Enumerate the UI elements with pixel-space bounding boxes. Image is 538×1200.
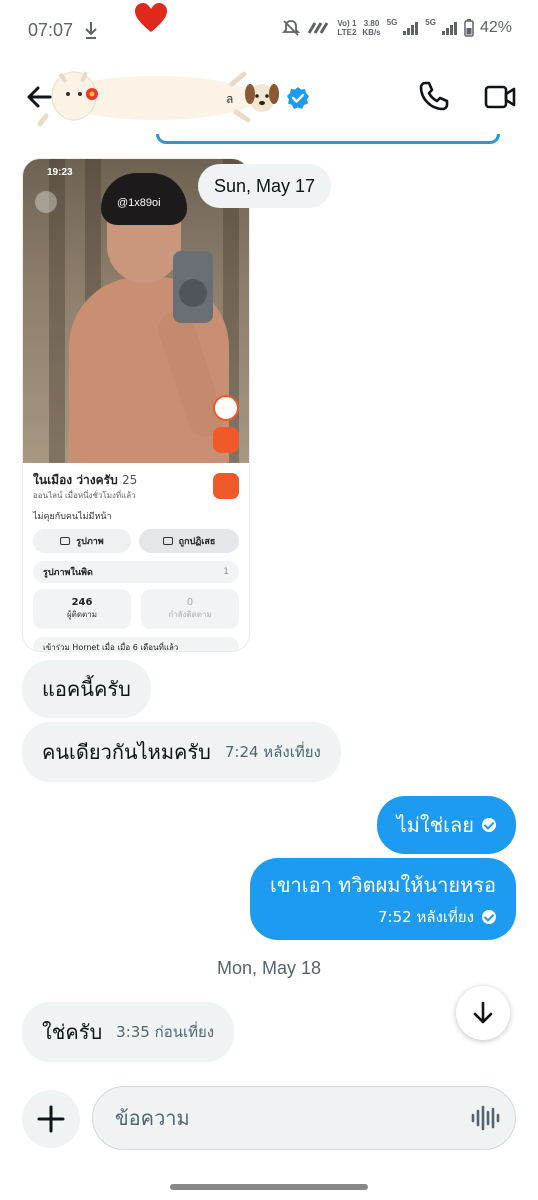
profile-name: ในเมือง ว่างครับ 25 [33, 473, 138, 487]
battery-icon [464, 19, 474, 37]
profile-handle: @1x89oi [117, 197, 161, 209]
signal-icon [403, 22, 419, 35]
network-speed: 3.80 KB/s [362, 19, 381, 37]
add-attachment-button[interactable] [22, 1090, 80, 1148]
message-text: แอคนี้ครับ [42, 677, 131, 701]
screenshot-time: 19:23 [47, 167, 73, 178]
rejected-button: ถูกปฏิเสธ [139, 529, 239, 553]
message-text: เขาเอา ทวิตผมให้นายหรอ [270, 873, 496, 897]
following-stat: 0 กำลังติดตาม [141, 589, 239, 629]
read-check-icon [482, 818, 496, 832]
message-incoming[interactable]: แอคนี้ครับ [22, 660, 151, 718]
dog-emoji-icon [245, 84, 279, 112]
signal-icon [441, 22, 457, 35]
conversation-header: ล [0, 64, 538, 140]
message-text: คนเดียวกันไหมครับ [42, 740, 211, 764]
video-call-icon[interactable] [484, 84, 516, 110]
previous-message-edge [156, 134, 500, 144]
photos-button: รูปภาพ [33, 529, 131, 553]
image-icon [60, 537, 71, 545]
message-time: 3:35 ก่อนเที่ยง [116, 1023, 215, 1041]
cat-sticker-icon [37, 71, 256, 127]
profile-bio: ไม่คุยกับคนไม่มีหน้า [33, 512, 112, 522]
network-type: Vo) 1 LTE2 [337, 19, 357, 37]
voice-message-icon[interactable] [470, 1104, 500, 1132]
message-outgoing[interactable]: ไม่ใช่เลย [376, 796, 516, 854]
joined-info: เข้าร่วม Hornet เมื่อ เมื่อ 6 เดือนที่แล… [33, 637, 239, 651]
arrow-down-icon [473, 1001, 493, 1024]
message-text: ใช่ครับ [42, 1020, 103, 1044]
heart-sticker-icon [135, 3, 167, 32]
profile-online-status: ออนไลน์ เมื่อหนึ่งชั่วโมงที่แล้ว [33, 491, 136, 500]
phone-call-icon[interactable] [418, 80, 450, 112]
message-incoming[interactable]: ใช่ครับ 3:35 ก่อนเที่ยง [22, 1002, 235, 1062]
plus-icon [37, 1105, 65, 1133]
date-separator: Sun, May 17 [198, 164, 332, 208]
sim2-label: 5G [425, 18, 436, 27]
screenshot-back-icon [35, 191, 57, 213]
sim1-label: 5G [386, 18, 398, 27]
contact-name-fragment: ล [226, 92, 234, 106]
chat-icon [213, 427, 239, 453]
message-time: 7:24 หลังเที่ยง [224, 743, 321, 761]
star-icon [213, 473, 239, 499]
message-time: 7:52 หลังเที่ยง [378, 908, 474, 926]
message-outgoing[interactable]: เขาเอา ทวิตผมให้นายหรอ 7:52 หลังเที่ยง [250, 858, 516, 940]
verified-badge-icon [287, 87, 309, 109]
private-photos-row: รูปภาพในพิด 1 [33, 561, 239, 583]
message-text: ไม่ใช่เลย [396, 813, 474, 837]
mirror-phone [173, 251, 213, 323]
shared-image-card[interactable]: 19:23 @1x89oi ในเมือง ว่างครับ 25 ออนไลน… [22, 158, 250, 652]
message-input[interactable] [92, 1086, 516, 1150]
status-bar: 07:07 Vo) 1 LTE2 3.80 KB/s 5G 5G 42% [0, 0, 538, 64]
profile-age: 25 [121, 473, 138, 487]
message-incoming[interactable]: คนเดียวกันไหมครับ 7:24 หลังเที่ยง [22, 722, 341, 782]
status-time: 07:07 [28, 20, 74, 40]
gesture-navigation-bar[interactable] [170, 1184, 368, 1190]
followers-stat: 246 ผู้ติดตาม [33, 589, 131, 629]
carrier-logo-icon [308, 22, 329, 34]
date-separator: Mon, May 18 [216, 958, 322, 978]
battery-percent: 42% [479, 19, 512, 36]
download-icon [85, 22, 97, 39]
status-indicators: Vo) 1 LTE2 3.80 KB/s 5G 5G 42% [281, 18, 512, 38]
read-check-icon [482, 910, 496, 924]
mute-icon [282, 20, 301, 36]
scroll-to-bottom-button[interactable] [456, 986, 510, 1040]
block-icon [162, 537, 173, 545]
like-icon [213, 395, 239, 421]
